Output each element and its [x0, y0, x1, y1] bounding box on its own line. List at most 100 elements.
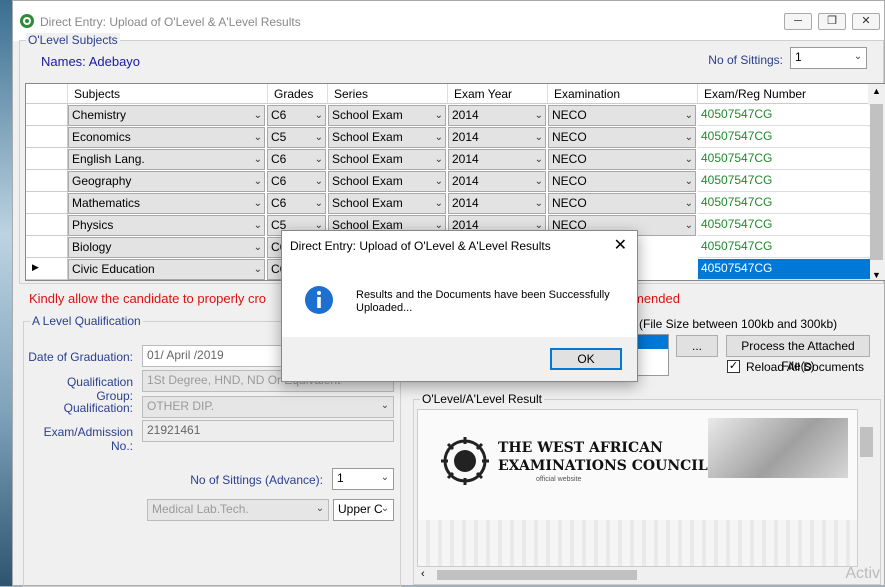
subject-cell[interactable]: Economics ⌄	[68, 127, 265, 148]
degree-class-select[interactable]: Upper C ⌄	[333, 499, 394, 521]
row-header[interactable]	[26, 126, 68, 148]
subject-cell-value: Biology	[72, 240, 112, 254]
chevron-down-icon: ⌄	[853, 51, 863, 62]
exam-reg-number-cell[interactable]: 40507547CG	[698, 105, 870, 126]
col-header-series[interactable]: Series	[328, 84, 448, 104]
chevron-down-icon: ⌄	[253, 264, 262, 275]
exam-reg-number-cell[interactable]: 40507547CG	[698, 237, 870, 258]
series-cell-value: School Exam	[332, 174, 403, 188]
series-cell[interactable]: School Exam ⌄	[328, 149, 446, 170]
grade-cell-value: C6	[271, 152, 287, 166]
minimize-button[interactable]: ─	[784, 13, 812, 30]
row-header[interactable]	[26, 148, 68, 170]
row-header[interactable]	[26, 104, 68, 126]
chevron-down-icon: ⌄	[380, 503, 390, 514]
process-files-button[interactable]: Process the Attached File(s)	[726, 335, 870, 373]
graduation-date-field[interactable]: 01/ April /2019	[142, 345, 282, 367]
exam-reg-number-cell-value: 40507547CG	[701, 151, 773, 165]
subject-cell-value: Physics	[72, 218, 114, 232]
preview-vertical-scrollbar[interactable]	[858, 409, 875, 567]
candidate-name: Adebayo	[88, 54, 141, 69]
grade-cell[interactable]: C6 ⌄	[267, 171, 326, 192]
exam-reg-number-cell-value: 40507547CG	[701, 129, 773, 143]
row-header[interactable]: ▶	[26, 258, 68, 280]
subject-cell[interactable]: Biology ⌄	[68, 237, 265, 258]
reload-documents-checkbox[interactable]: ✓	[727, 360, 740, 373]
ok-button[interactable]: OK	[550, 348, 622, 370]
exam-reg-number-cell[interactable]: 40507547CG	[698, 193, 870, 214]
close-icon: ✕	[861, 15, 871, 27]
chevron-down-icon: ⌄	[253, 110, 262, 121]
grid-scrollbar[interactable]: ▲ ▼	[868, 84, 885, 280]
examination-cell[interactable]: NECO ⌄	[548, 105, 696, 126]
row-header[interactable]	[26, 192, 68, 214]
exam-reg-number-cell[interactable]: 40507547CG	[698, 215, 870, 236]
examination-cell[interactable]: NECO ⌄	[548, 193, 696, 214]
subject-cell[interactable]: English Lang. ⌄	[68, 149, 265, 170]
course-select[interactable]: Medical Lab.Tech. ⌄	[147, 499, 329, 521]
scroll-down-icon: ▼	[872, 270, 881, 280]
exam-year-cell-value: 2014	[452, 174, 479, 188]
subject-cell[interactable]: Physics ⌄	[68, 215, 265, 236]
exam-year-cell[interactable]: 2014 ⌄	[448, 149, 546, 170]
preview-horizontal-scrollbar[interactable]: ‹	[417, 567, 858, 583]
examination-cell[interactable]: NECO ⌄	[548, 171, 696, 192]
exam-reg-number-cell[interactable]: 40507547CG	[698, 171, 870, 192]
row-header[interactable]	[26, 236, 68, 258]
file-size-note: (File Size between 100kb and 300kb)	[639, 317, 838, 331]
exam-reg-number-cell[interactable]: 40507547CG	[698, 127, 870, 148]
row-header[interactable]	[26, 214, 68, 236]
exam-year-cell[interactable]: 2014 ⌄	[448, 193, 546, 214]
subject-cell[interactable]: Mathematics ⌄	[68, 193, 265, 214]
qualification-label: Qualification:	[63, 401, 133, 415]
grade-cell[interactable]: C6 ⌄	[267, 149, 326, 170]
grade-cell[interactable]: C6 ⌄	[267, 193, 326, 214]
grade-cell[interactable]: C5 ⌄	[267, 127, 326, 148]
row-header[interactable]	[26, 170, 68, 192]
chevron-down-icon: ⌄	[314, 132, 323, 143]
dialog-close-button[interactable]: ✕	[614, 235, 627, 255]
chevron-down-icon: ⌄	[534, 176, 543, 187]
series-cell[interactable]: School Exam ⌄	[328, 127, 446, 148]
warning-text-right: mended	[633, 291, 680, 306]
chevron-down-icon: ⌄	[684, 110, 693, 121]
col-header-examination[interactable]: Examination	[548, 84, 698, 104]
qualification-select[interactable]: OTHER DIP. ⌄	[142, 396, 394, 418]
sittings-advance-label: No of Sittings (Advance):	[190, 473, 323, 487]
preview-vscroll-thumb[interactable]	[860, 427, 873, 457]
doc-heading-2: EXAMINATIONS COUNCIL	[498, 458, 708, 474]
subject-cell-value: English Lang.	[72, 152, 145, 166]
exam-reg-number-cell[interactable]: 40507547CG	[698, 149, 870, 170]
admission-number-field[interactable]: 21921461	[142, 420, 394, 442]
series-cell[interactable]: School Exam ⌄	[328, 105, 446, 126]
grid-scroll-thumb[interactable]	[870, 104, 883, 260]
chevron-down-icon: ⌄	[684, 220, 693, 231]
col-header-exam-year[interactable]: Exam Year	[448, 84, 548, 104]
maximize-button[interactable]: ❐	[818, 13, 846, 30]
series-cell-value: School Exam	[332, 108, 403, 122]
series-cell[interactable]: School Exam ⌄	[328, 193, 446, 214]
subject-cell[interactable]: Civic Education ⌄	[68, 259, 265, 280]
examination-cell[interactable]: NECO ⌄	[548, 127, 696, 148]
sittings-advance-select[interactable]: 1 ⌄	[332, 468, 394, 490]
warning-text-left: Kindly allow the candidate to properly c…	[29, 291, 267, 306]
col-header-exam-reg-number[interactable]: Exam/Reg Number	[698, 84, 870, 104]
exam-year-cell[interactable]: 2014 ⌄	[448, 105, 546, 126]
sittings-select[interactable]: 1 ⌄	[790, 47, 867, 69]
exam-reg-number-cell[interactable]: 40507547CG	[698, 259, 870, 280]
exam-year-cell[interactable]: 2014 ⌄	[448, 171, 546, 192]
exam-reg-number-cell-value: 40507547CG	[701, 261, 773, 275]
browse-button[interactable]: ...	[676, 335, 718, 357]
col-header-subjects[interactable]: Subjects	[68, 84, 268, 104]
col-header-grades[interactable]: Grades	[268, 84, 328, 104]
preview-hscroll-thumb[interactable]	[437, 570, 637, 580]
exam-year-cell[interactable]: 2014 ⌄	[448, 127, 546, 148]
series-cell[interactable]: School Exam ⌄	[328, 171, 446, 192]
qualification-group-label: Qualification Group:	[66, 375, 133, 403]
chevron-down-icon: ⌄	[253, 154, 262, 165]
grade-cell[interactable]: C6 ⌄	[267, 105, 326, 126]
close-window-button[interactable]: ✕	[852, 13, 880, 30]
subject-cell[interactable]: Chemistry ⌄	[68, 105, 265, 126]
examination-cell[interactable]: NECO ⌄	[548, 149, 696, 170]
subject-cell[interactable]: Geography ⌄	[68, 171, 265, 192]
